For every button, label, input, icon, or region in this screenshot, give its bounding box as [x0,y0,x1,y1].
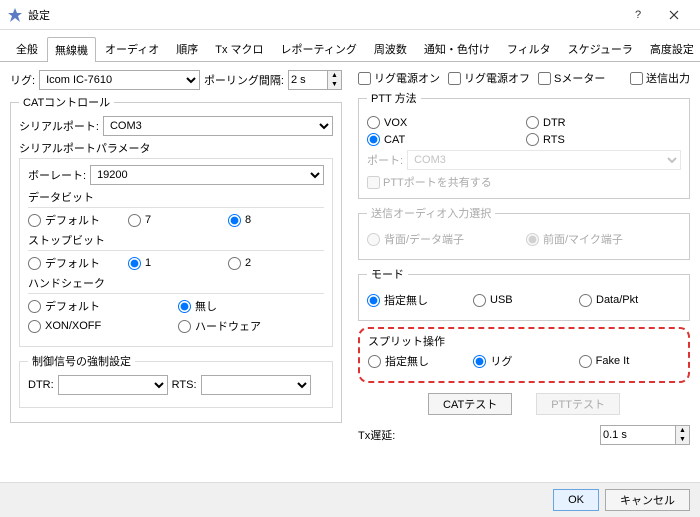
txaudio-legend: 送信オーディオ入力選択 [367,205,495,221]
hs-none[interactable] [178,300,191,313]
stopbits-2[interactable] [228,257,241,270]
tab-notify[interactable]: 通知・色付け [416,36,498,61]
polling-up[interactable]: ▲ [328,71,341,80]
cancel-button[interactable]: キャンセル [605,489,690,511]
ptt-rts[interactable] [526,133,539,146]
rig-label: リグ: [10,72,35,88]
tab-scheduler[interactable]: スケジューラ [560,36,641,61]
txdelay-down[interactable]: ▼ [676,435,689,444]
cat-legend: CATコントロール [19,94,114,110]
tab-reporting[interactable]: レポーティング [273,36,365,61]
ptt-dtr[interactable] [526,116,539,129]
split-fakeit[interactable] [579,355,592,368]
baud-select[interactable]: 19200 [90,165,324,185]
ptt-legend: PTT 方法 [367,90,421,106]
mode-group: モード 指定無し USB Data/Pkt [358,266,690,321]
dtr-select[interactable] [58,375,168,395]
dtr-label: DTR: [28,379,54,391]
smeter-check[interactable] [538,72,551,85]
force-legend: 制御信号の強制設定 [28,353,135,369]
cat-control-group: CATコントロール シリアルポート: COM3 シリアルポートパラメータ ボーレ… [10,94,342,423]
polling-label: ポーリング間隔: [204,72,284,88]
databits-7[interactable] [128,214,141,227]
ptt-port-select: COM3 [407,150,681,170]
serial-port-select[interactable]: COM3 [103,116,333,136]
power-on-check[interactable] [358,72,371,85]
polling-down[interactable]: ▼ [328,80,341,89]
polling-input[interactable] [288,70,328,90]
ptt-share-check [367,176,380,189]
window-title: 設定 [28,7,50,23]
tab-radio[interactable]: 無線機 [47,37,96,62]
split-legend: スプリット操作 [368,333,680,349]
mode-data[interactable] [579,294,592,307]
ok-button[interactable]: OK [553,489,599,511]
serial-port-label: シリアルポート: [19,118,99,134]
stopbits-default[interactable] [28,257,41,270]
stopbits-1[interactable] [128,257,141,270]
serial-params-label: シリアルポートパラメータ [19,140,333,156]
txdelay-input[interactable] [600,425,676,445]
close-button[interactable] [656,3,692,27]
ptt-port-label: ポート: [367,152,403,168]
mode-none[interactable] [367,294,380,307]
power-off-check[interactable] [448,72,461,85]
rts-select[interactable] [201,375,311,395]
tab-advanced[interactable]: 高度設定 [642,36,700,61]
txdelay-label: Tx遅延: [358,427,395,443]
split-none[interactable] [368,355,381,368]
split-rig[interactable] [473,355,486,368]
mode-legend: モード [367,266,408,282]
txaudio-group: 送信オーディオ入力選択 背面/データ端子 前面/マイク端子 [358,205,690,260]
mode-usb[interactable] [473,294,486,307]
help-button[interactable]: ? [620,3,656,27]
tab-txmacro[interactable]: Tx マクロ [207,36,271,61]
hs-hw[interactable] [178,320,191,333]
tab-sequence[interactable]: 順序 [168,36,206,61]
databits-label: データビット [28,189,324,208]
txdelay-up[interactable]: ▲ [676,426,689,435]
tab-general[interactable]: 全般 [8,36,46,61]
hs-xon[interactable] [28,320,41,333]
stopbits-label: ストップビット [28,232,324,251]
tab-bar: 全般 無線機 オーディオ 順序 Tx マクロ レポーティング 周波数 通知・色付… [0,30,700,62]
cat-test-button[interactable]: CATテスト [428,393,512,415]
ptt-group: PTT 方法 VOX DTR CAT RTS ポート: COM3 PTTポートを… [358,90,690,199]
databits-default[interactable] [28,214,41,227]
tab-audio[interactable]: オーディオ [97,36,167,61]
split-highlight: スプリット操作 指定無し リグ Fake It [358,327,690,383]
hs-default[interactable] [28,300,41,313]
rig-select[interactable]: Icom IC-7610 [39,70,200,90]
txaudio-rear [367,233,380,246]
ptt-cat[interactable] [367,133,380,146]
tab-filter[interactable]: フィルタ [499,36,559,61]
txaudio-front [526,233,539,246]
app-icon [8,8,22,22]
ptt-vox[interactable] [367,116,380,129]
baud-label: ボーレート: [28,167,86,183]
rts-label: RTS: [172,379,197,391]
handshake-label: ハンドシェーク [28,275,324,294]
txoutput-check[interactable] [630,72,643,85]
ptt-test-button: PTTテスト [536,393,620,415]
tab-freq[interactable]: 周波数 [366,36,415,61]
databits-8[interactable] [228,214,241,227]
split-group: スプリット操作 指定無し リグ Fake It [364,331,684,375]
